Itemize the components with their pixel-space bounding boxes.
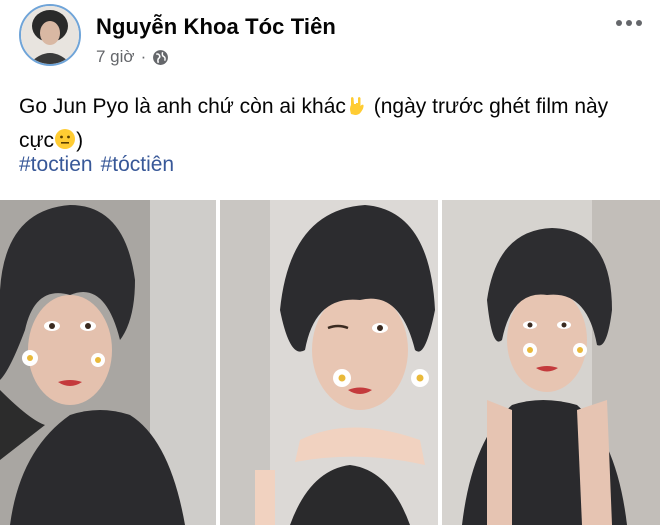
photo-2[interactable] [220,200,438,525]
photo-2-image [220,200,438,525]
post-caption: Go Jun Pyo là anh chứ còn ai khác (ngày … [19,90,644,158]
post-time[interactable]: 7 giờ [96,47,135,67]
photo-3-image [442,200,660,525]
avatar-portrait [21,6,79,64]
rock-on-hand-emoji [349,97,364,115]
caption-text-1: Go Jun Pyo là anh chứ còn ai khác [19,95,346,118]
hashtag-list: #toctien #tóctiên [19,153,182,177]
post-header: Nguyễn Khoa Tóc Tiên 7 giờ · [0,0,660,80]
author-avatar[interactable] [19,4,81,66]
more-horizontal-icon[interactable] [612,12,646,34]
photo-1[interactable] [0,200,216,525]
meta-separator: · [140,47,147,66]
hashtag-link[interactable]: #toctien [19,153,93,176]
caption-text-3: ) [76,129,84,152]
hashtag-link[interactable]: #tóctiên [101,153,175,176]
globe-icon[interactable] [152,49,169,66]
photo-3[interactable] [442,200,660,525]
photo-1-image [0,200,216,525]
author-name[interactable]: Nguyễn Khoa Tóc Tiên [96,14,336,40]
photo-grid [0,200,660,525]
post-meta: 7 giờ · [96,47,169,67]
neutral-face-emoji [55,129,76,149]
